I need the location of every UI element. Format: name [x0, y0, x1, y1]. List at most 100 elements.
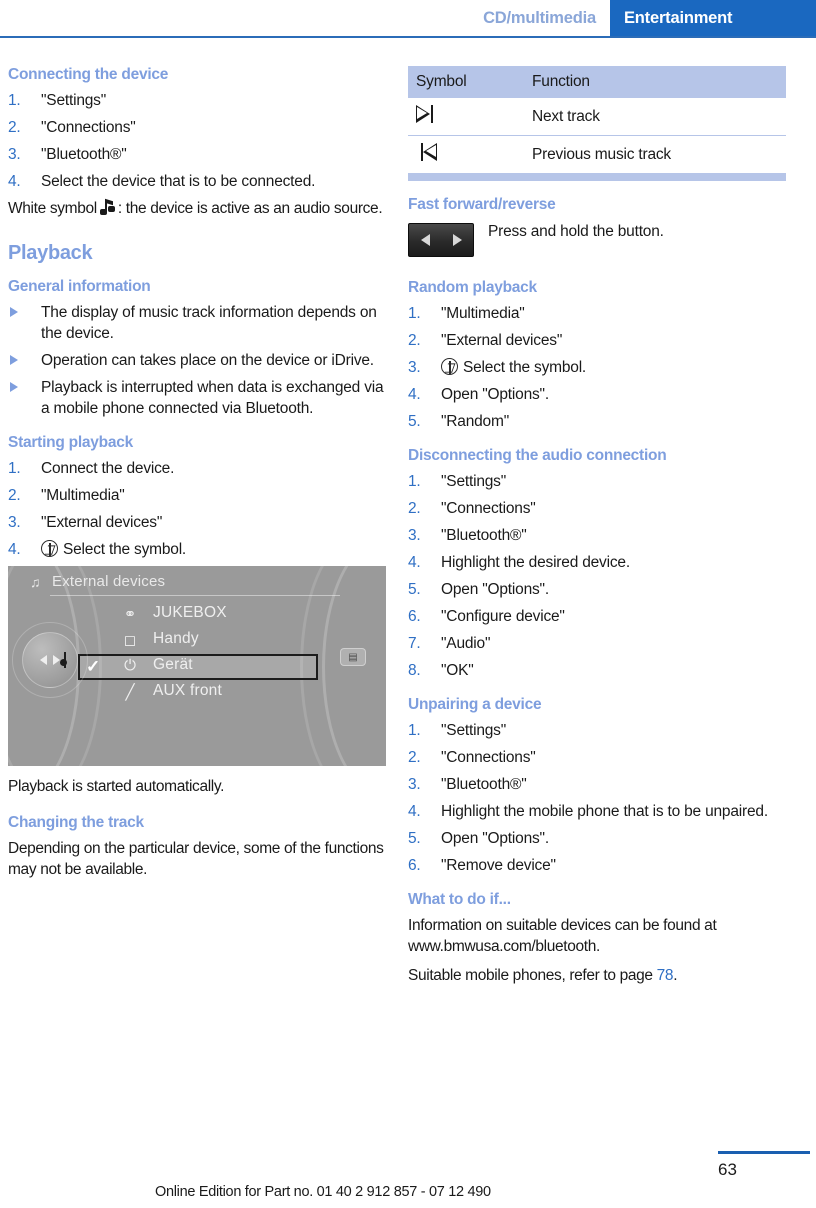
list-item: Operation can takes place on the device … [8, 350, 388, 371]
table-row: Next track [408, 98, 786, 136]
triangle-inner [416, 107, 427, 120]
heading-starting-playback: Starting playback [8, 434, 133, 451]
step-number: 3. [408, 527, 421, 544]
step-text: "OK" [441, 662, 474, 679]
step-number: 3. [408, 359, 421, 376]
page-number-block: 63 [718, 1151, 810, 1180]
step-text: Select the device that is to be connecte… [41, 173, 316, 190]
music-note-head [99, 209, 107, 215]
general-information-bullets: The display of music track information d… [8, 302, 388, 419]
step-number: 2. [408, 332, 421, 349]
step-text: "Multimedia" [41, 487, 125, 504]
list-item: 1. "Multimedia" [408, 303, 788, 324]
step-number: 5. [408, 830, 421, 847]
step-text: Open "Options". [441, 581, 549, 598]
page-reference-link[interactable]: 78 [657, 967, 674, 984]
step-text: "Random" [441, 413, 509, 430]
step-number: 5. [408, 581, 421, 598]
list-item: 3. "Bluetooth®" [408, 525, 788, 546]
page-header: CD/multimedia Entertainment [0, 0, 816, 36]
step-text: Open "Options". [441, 386, 549, 403]
device-label: JUKEBOX [153, 604, 227, 621]
heading-general-information: General information [8, 278, 151, 295]
breadcrumb-entertainment[interactable]: Entertainment [610, 0, 816, 36]
list-item: 2. "Connections" [408, 498, 788, 519]
callout-leader-line [64, 652, 84, 668]
step-number: 8. [408, 662, 421, 679]
music-note-icon [99, 200, 115, 216]
unpair-steps-list: 1. "Settings" 2. "Connections" 3. "Bluetoot… [408, 720, 788, 876]
symbol-function-table: Symbol Function Next track Previous musi… [408, 66, 786, 173]
white-symbol-note-prefix: White symbol [8, 200, 97, 217]
what-to-do-paragraph-2: Suitable mobile phones, refer to page 78… [408, 965, 788, 986]
list-item: 1. "Settings" [408, 471, 788, 492]
breadcrumb-cd-multimedia[interactable]: CD/multimedia [469, 0, 610, 36]
list-item: 4. Highlight the desired device. [408, 552, 788, 573]
step-text: "External devices" [41, 514, 163, 531]
cell-symbol [408, 98, 524, 136]
list-item: 3. Select the symbol. [408, 357, 788, 378]
manual-page: CD/multimedia Entertainment Connecting t… [0, 0, 816, 1208]
step-text: "Remove device" [441, 857, 556, 874]
step-number: 2. [408, 500, 421, 517]
step-text: "Settings" [441, 473, 507, 490]
bluetooth-icon [41, 540, 58, 557]
step-text: Select the symbol. [463, 359, 587, 376]
side-button-icon[interactable]: ▤ [340, 648, 366, 666]
bullet-text: Operation can takes place on the device … [41, 352, 374, 369]
heading-changing-the-track: Changing the track [8, 814, 144, 831]
chapter-playback: Playback [8, 242, 93, 264]
column-header-symbol: Symbol [408, 66, 524, 98]
white-symbol-note: White symbol: the device is active as an… [8, 198, 388, 219]
music-note-head-2 [107, 206, 115, 212]
fast-forward-row: Press and hold the button. [408, 220, 788, 257]
list-item: 1. Connect the device. [8, 458, 388, 479]
multimedia-icon: ♫ [30, 574, 41, 590]
seek-left-right-button[interactable] [408, 223, 474, 257]
connecting-steps-list: 1. "Settings" 2. "Connections" 3. "Bluetoot… [8, 90, 388, 192]
step-number: 4. [408, 386, 421, 403]
heading-random-playback: Random playback [408, 279, 537, 296]
bluetooth-icon [441, 358, 458, 375]
step-text: "Settings" [41, 92, 107, 109]
table-footer-bar [408, 173, 786, 181]
list-item: 4. Open "Options". [408, 384, 788, 405]
header-divider [0, 36, 816, 38]
step-text: "External devices" [441, 332, 563, 349]
step-text: "Multimedia" [441, 305, 525, 322]
step-number: 7. [408, 635, 421, 652]
list-item: 6. "Remove device" [408, 855, 788, 876]
list-item: 2. "External devices" [408, 330, 788, 351]
heading-connecting-the-device: Connecting the device [8, 66, 169, 83]
step-text: Highlight the desired device. [441, 554, 630, 571]
changing-the-track-text: Depending on the particular device, some… [8, 840, 384, 878]
step-number: 1. [408, 722, 421, 739]
step-text: "Bluetooth®" [441, 527, 527, 544]
device-label: Gerät [153, 656, 193, 673]
random-playback-steps-list: 1. "Multimedia" 2. "External devices" 3. Se… [408, 303, 788, 432]
heading-what-to-do-if: What to do if... [408, 891, 511, 908]
cell-symbol [408, 136, 524, 174]
step-number: 1. [408, 305, 421, 322]
list-item: 2. "Multimedia" [8, 485, 388, 506]
step-number: 6. [408, 608, 421, 625]
left-column: Connecting the device 1. "Settings" 2. "Co… [8, 66, 388, 888]
rewind-arrow-icon [420, 234, 430, 246]
step-number: 4. [8, 173, 21, 190]
step-number: 2. [408, 749, 421, 766]
cell-function: Previous music track [532, 145, 671, 163]
idrive-screenshot: ♫ External devices ⚭ JUKEBOX ◻ Handy ✓ ⏻… [8, 566, 386, 766]
list-item: 5. "Random" [408, 411, 788, 432]
disconnect-steps-list: 1. "Settings" 2. "Connections" 3. "Bluetoot… [408, 471, 788, 681]
device-label: AUX front [153, 682, 222, 699]
step-number: 1. [8, 460, 21, 477]
step-text: Select the symbol. [63, 541, 187, 558]
step-text: "Settings" [441, 722, 507, 739]
step-number: 2. [8, 487, 21, 504]
bullet-text: Playback is interrupted when data is exc… [41, 379, 384, 417]
step-number: 2. [8, 119, 21, 136]
list-item: 5. Open "Options". [408, 579, 788, 600]
